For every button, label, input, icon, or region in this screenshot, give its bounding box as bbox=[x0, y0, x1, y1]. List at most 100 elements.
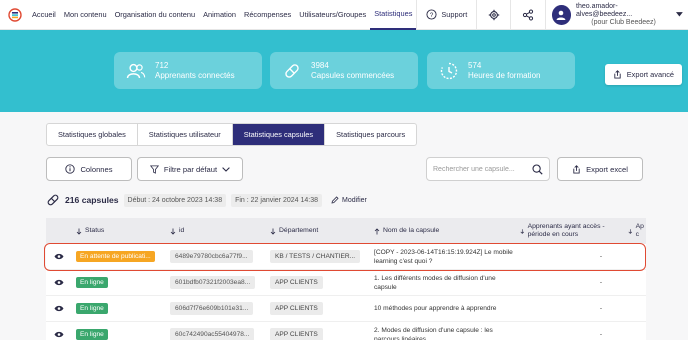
eye-icon[interactable] bbox=[46, 279, 72, 286]
table-row[interactable]: En ligne 60c742490ac55404978... APP CLIENT… bbox=[46, 322, 646, 340]
users-icon bbox=[125, 60, 147, 82]
settings-button[interactable] bbox=[477, 0, 510, 30]
info-icon bbox=[65, 164, 76, 174]
user-icon bbox=[556, 10, 566, 20]
capsule-count: 216 capsules bbox=[65, 195, 119, 205]
export-avance-button[interactable]: Export avancé bbox=[604, 64, 682, 85]
tab-statistiques-utilisateur[interactable]: Statistiques utilisateur bbox=[138, 124, 233, 145]
user-organization: (pour Club Beedeez) bbox=[591, 18, 656, 26]
gear-icon bbox=[488, 9, 500, 20]
sort-down-icon bbox=[628, 228, 633, 234]
header-label: Département bbox=[279, 227, 319, 234]
filter-dropdown[interactable]: Filtre par défaut bbox=[137, 157, 243, 181]
sort-down-icon bbox=[270, 228, 276, 235]
table-row[interactable]: En ligne 601bdfb07321f2003ea8... APP CLIEN… bbox=[46, 270, 646, 296]
clock-icon bbox=[438, 60, 460, 82]
share-button[interactable] bbox=[511, 0, 544, 30]
stat-value: 3984 bbox=[311, 60, 329, 70]
end-date: Fin : 22 janvier 2024 14:38 bbox=[231, 193, 322, 207]
tab-statistiques-capsules[interactable]: Statistiques capsules bbox=[232, 124, 326, 145]
stat-label: Heures de formation bbox=[468, 70, 541, 80]
beedeez-logo[interactable] bbox=[8, 7, 22, 22]
share-icon bbox=[522, 8, 534, 20]
status-badge: En ligne bbox=[76, 303, 108, 314]
sort-up-icon bbox=[374, 227, 380, 234]
user-email: theo.amador-alves@beedeez... bbox=[576, 2, 633, 18]
search-box bbox=[426, 157, 550, 181]
column-header-id[interactable]: id bbox=[166, 227, 266, 235]
capsule-id: 6489e79780cbc6a77f9... bbox=[170, 250, 253, 263]
caret-down-icon bbox=[676, 12, 683, 17]
header-label: Status bbox=[85, 227, 105, 234]
department-chip: APP CLIENTS bbox=[270, 276, 323, 289]
capsule-icon bbox=[47, 194, 59, 206]
eye-icon[interactable] bbox=[46, 305, 72, 312]
stat-card-capsules: 3984 Capsules commencées bbox=[270, 52, 418, 89]
export-icon bbox=[614, 70, 621, 79]
department-chip: KB / TESTS / CHANTIER... bbox=[270, 250, 361, 263]
status-badge: En ligne bbox=[76, 329, 108, 340]
eye-icon[interactable] bbox=[46, 253, 72, 260]
sort-down-icon bbox=[170, 228, 176, 235]
nav-animation[interactable]: Animation bbox=[199, 0, 240, 30]
export-excel-label: Export excel bbox=[586, 164, 628, 174]
capsule-icon bbox=[281, 60, 303, 82]
tab-statistiques-parcours[interactable]: Statistiques parcours bbox=[325, 124, 416, 145]
stat-label: Apprenants connectés bbox=[155, 70, 235, 80]
search-input[interactable] bbox=[433, 165, 529, 173]
column-header-departement[interactable]: Département bbox=[266, 227, 370, 235]
nav-organisation-contenu[interactable]: Organisation du contenu bbox=[111, 0, 200, 30]
filter-icon bbox=[149, 164, 159, 174]
export-excel-button[interactable]: Export excel bbox=[557, 157, 643, 181]
support-button[interactable]: ? Support bbox=[417, 0, 476, 30]
column-header-nom[interactable]: Nom de la capsule bbox=[370, 227, 516, 235]
nav-accueil[interactable]: Accueil bbox=[28, 0, 60, 30]
header-label: Apprenants ayant accès - période en cour… bbox=[527, 223, 605, 238]
tab-statistiques-globales[interactable]: Statistiques globales bbox=[47, 124, 138, 145]
export-icon bbox=[573, 164, 580, 174]
stat-card-heures: 574 Heures de formation bbox=[427, 52, 575, 89]
table-row[interactable]: En attente de publicati... 6489e79780cbc6… bbox=[46, 244, 646, 270]
support-label: Support bbox=[441, 10, 468, 19]
eye-icon[interactable] bbox=[46, 331, 72, 338]
export-avance-label: Export avancé bbox=[626, 70, 674, 79]
capsule-name[interactable]: 2. Modes de diffusion d'une capsule : le… bbox=[370, 326, 516, 340]
capsule-name[interactable]: 10 méthodes pour apprendre à apprendre bbox=[370, 304, 516, 313]
user-menu[interactable]: theo.amador-alves@beedeez... (pour Club … bbox=[546, 0, 688, 30]
column-header-truncated[interactable]: Ap c bbox=[626, 223, 646, 239]
access-count: - bbox=[599, 305, 603, 312]
nav-recompenses[interactable]: Récompenses bbox=[240, 0, 295, 30]
nav-mon-contenu[interactable]: Mon contenu bbox=[60, 0, 111, 30]
modify-label: Modifier bbox=[341, 196, 367, 204]
header-label: id bbox=[179, 227, 185, 234]
filter-label: Filtre par défaut bbox=[163, 164, 218, 174]
header-label: Nom de la capsule bbox=[383, 227, 440, 234]
capsule-id: 601bdfb07321f2003ea8... bbox=[170, 276, 256, 289]
stats-banner: 712 Apprenants connectés 3984 Capsules c… bbox=[0, 30, 688, 112]
nav-statistiques[interactable]: Statistiques bbox=[370, 0, 417, 30]
capsule-id: 606d7f76e609b101e31... bbox=[170, 302, 254, 315]
nav-utilisateurs-groupes[interactable]: Utilisateurs/Groupes bbox=[295, 0, 370, 30]
column-header-status[interactable]: Status bbox=[72, 227, 166, 235]
access-count: - bbox=[599, 279, 603, 286]
modify-dates-button[interactable]: Modifier bbox=[331, 196, 367, 204]
columns-button[interactable]: Colonnes bbox=[46, 157, 132, 181]
header-label: Ap c bbox=[635, 223, 644, 238]
access-count: - bbox=[599, 331, 603, 338]
pencil-icon bbox=[331, 196, 339, 204]
main-content: Statistiques globales Statistiques utili… bbox=[0, 112, 688, 340]
sort-down-icon bbox=[520, 228, 525, 234]
avatar bbox=[551, 4, 572, 25]
capsule-name[interactable]: [COPY - 2023-06-14T16:15:19.924Z] Le mob… bbox=[370, 248, 516, 266]
status-badge: En attente de publicati... bbox=[76, 251, 155, 262]
department-chip: APP CLIENTS bbox=[270, 302, 323, 315]
sort-down-icon bbox=[76, 228, 82, 235]
column-header-apprenants[interactable]: Apprenants ayant accès - période en cour… bbox=[516, 223, 626, 239]
table-header: Status id Département Nom de la capsule … bbox=[46, 218, 646, 244]
search-icon[interactable] bbox=[532, 163, 543, 175]
summary-row: 216 capsules Début : 24 octobre 2023 14:… bbox=[46, 192, 367, 208]
table-row[interactable]: En ligne 606d7f76e609b101e31... APP CLIENT… bbox=[46, 296, 646, 322]
capsule-name[interactable]: 1. Les différents modes de diffusion d'u… bbox=[370, 274, 516, 292]
stats-tabs: Statistiques globales Statistiques utili… bbox=[46, 123, 418, 146]
columns-label: Colonnes bbox=[80, 164, 113, 174]
